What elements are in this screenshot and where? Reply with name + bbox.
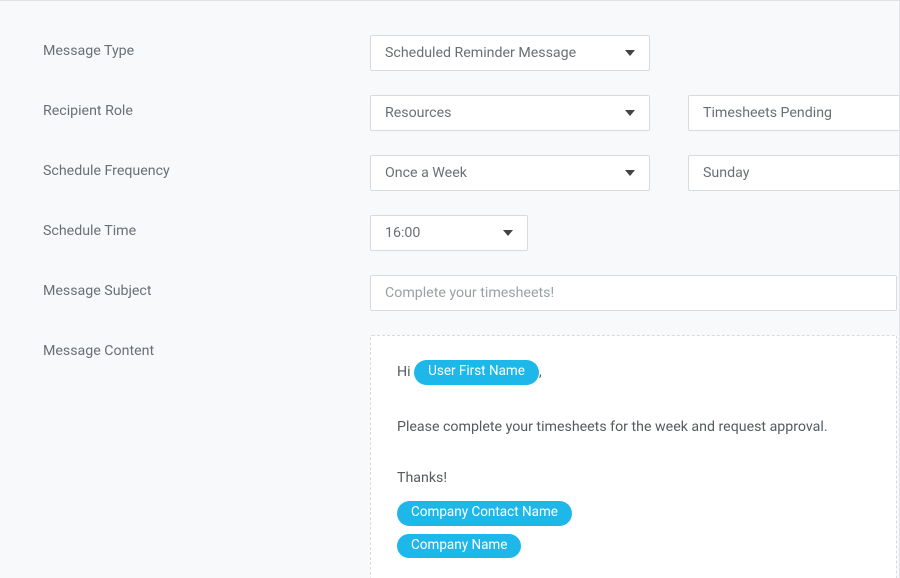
caret-down-icon — [503, 230, 513, 236]
caret-down-icon — [625, 50, 635, 56]
message-content-editor[interactable]: Hi User First Name, Please complete your… — [370, 335, 897, 578]
label-message-subject: Message Subject — [43, 275, 370, 299]
row-message-subject: Message Subject — [43, 275, 899, 311]
schedule-day-select[interactable]: Sunday — [688, 155, 899, 191]
footer-chips: Company Contact Name Company Name — [397, 499, 870, 564]
recipient-role-select[interactable]: Resources — [370, 95, 650, 131]
schedule-time-value: 16:00 — [385, 225, 420, 241]
row-message-content: Message Content Hi User First Name, Plea… — [43, 335, 899, 578]
row-schedule-time: Schedule Time 16:00 — [43, 215, 899, 251]
row-schedule-frequency: Schedule Frequency Once a Week Sunday — [43, 155, 899, 191]
merge-chip-company-contact[interactable]: Company Contact Name — [397, 501, 572, 526]
schedule-frequency-value: Once a Week — [385, 165, 467, 181]
label-schedule-frequency: Schedule Frequency — [43, 155, 370, 179]
content-body: Please complete your timesheets for the … — [397, 417, 870, 438]
merge-chip-company-name[interactable]: Company Name — [397, 534, 521, 559]
message-subject-input[interactable] — [370, 275, 897, 311]
content-signoff: Thanks! — [397, 468, 870, 489]
caret-down-icon — [625, 170, 635, 176]
row-message-type: Message Type Scheduled Reminder Message — [43, 35, 899, 71]
schedule-time-select[interactable]: 16:00 — [370, 215, 528, 251]
greeting-suffix: , — [539, 364, 542, 380]
settings-form-panel: Message Type Scheduled Reminder Message … — [0, 0, 900, 578]
recipient-role-value: Resources — [385, 105, 451, 121]
recipient-status-select[interactable]: Timesheets Pending — [688, 95, 899, 131]
label-message-type: Message Type — [43, 35, 370, 59]
greeting-line: Hi User First Name, — [397, 358, 870, 387]
message-type-select[interactable]: Scheduled Reminder Message — [370, 35, 650, 71]
caret-down-icon — [625, 110, 635, 116]
row-recipient-role: Recipient Role Resources Timesheets Pend… — [43, 95, 899, 131]
label-schedule-time: Schedule Time — [43, 215, 370, 239]
recipient-status-value: Timesheets Pending — [703, 105, 832, 121]
schedule-day-value: Sunday — [703, 165, 749, 181]
merge-chip-user-first-name[interactable]: User First Name — [414, 360, 539, 385]
greeting-prefix: Hi — [397, 364, 414, 380]
label-message-content: Message Content — [43, 335, 370, 359]
label-recipient-role: Recipient Role — [43, 95, 370, 119]
schedule-frequency-select[interactable]: Once a Week — [370, 155, 650, 191]
message-type-value: Scheduled Reminder Message — [385, 45, 576, 61]
